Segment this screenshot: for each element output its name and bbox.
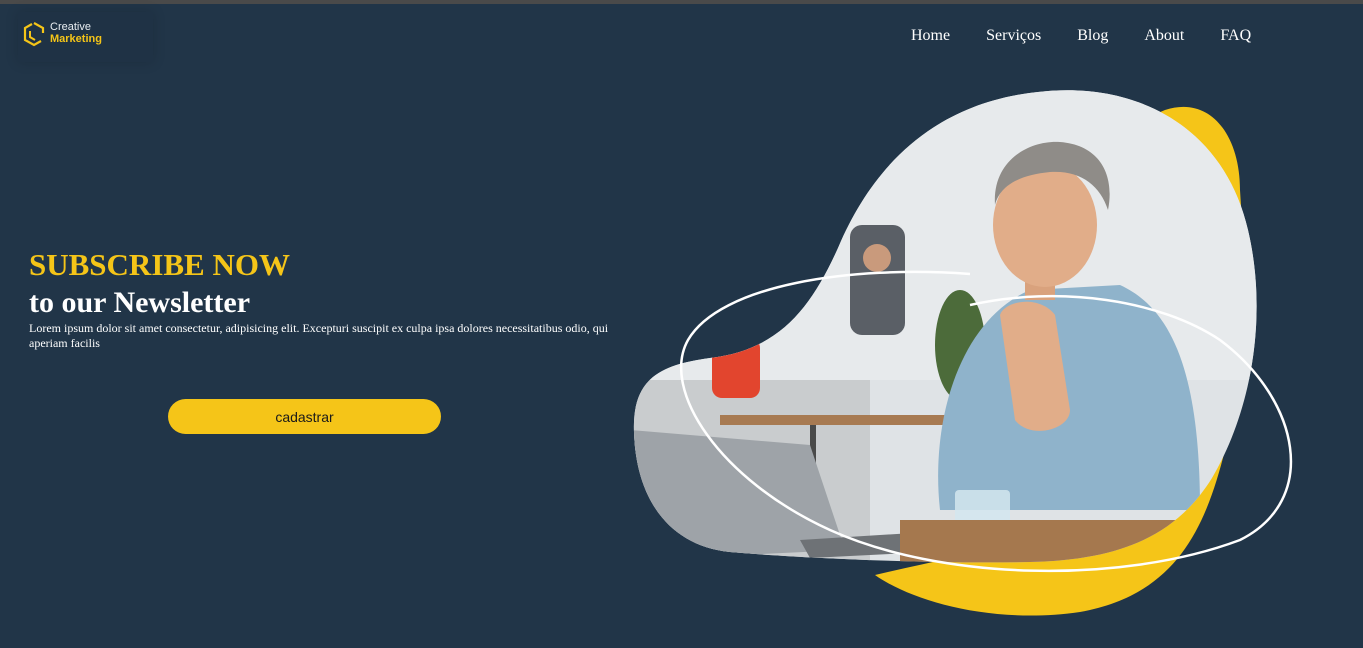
hero-title: SUBSCRIBE NOW (29, 247, 290, 282)
logo[interactable]: Creative Marketing (18, 12, 153, 62)
nav-servicos[interactable]: Serviços (986, 26, 1041, 46)
cadastrar-button[interactable]: cadastrar (168, 399, 441, 434)
main-nav: Home Serviços Blog About FAQ (893, 26, 1269, 46)
hero-description: Lorem ipsum dolor sit amet consectetur, … (29, 321, 609, 350)
logo-line1: Creative (50, 21, 91, 33)
logo-line2: Marketing (50, 33, 102, 45)
nav-blog[interactable]: Blog (1077, 26, 1108, 46)
nav-home[interactable]: Home (911, 26, 950, 46)
nav-faq[interactable]: FAQ (1220, 26, 1251, 46)
logo-hexagon-icon (23, 22, 45, 47)
logo-text: Creative Marketing (50, 21, 102, 45)
person-photo (633, 90, 1257, 563)
hero-subtitle: to our Newsletter (29, 286, 251, 319)
nav-about[interactable]: About (1144, 26, 1184, 46)
browser-top-strip (0, 0, 1363, 4)
hero-illustration (633, 90, 1293, 616)
